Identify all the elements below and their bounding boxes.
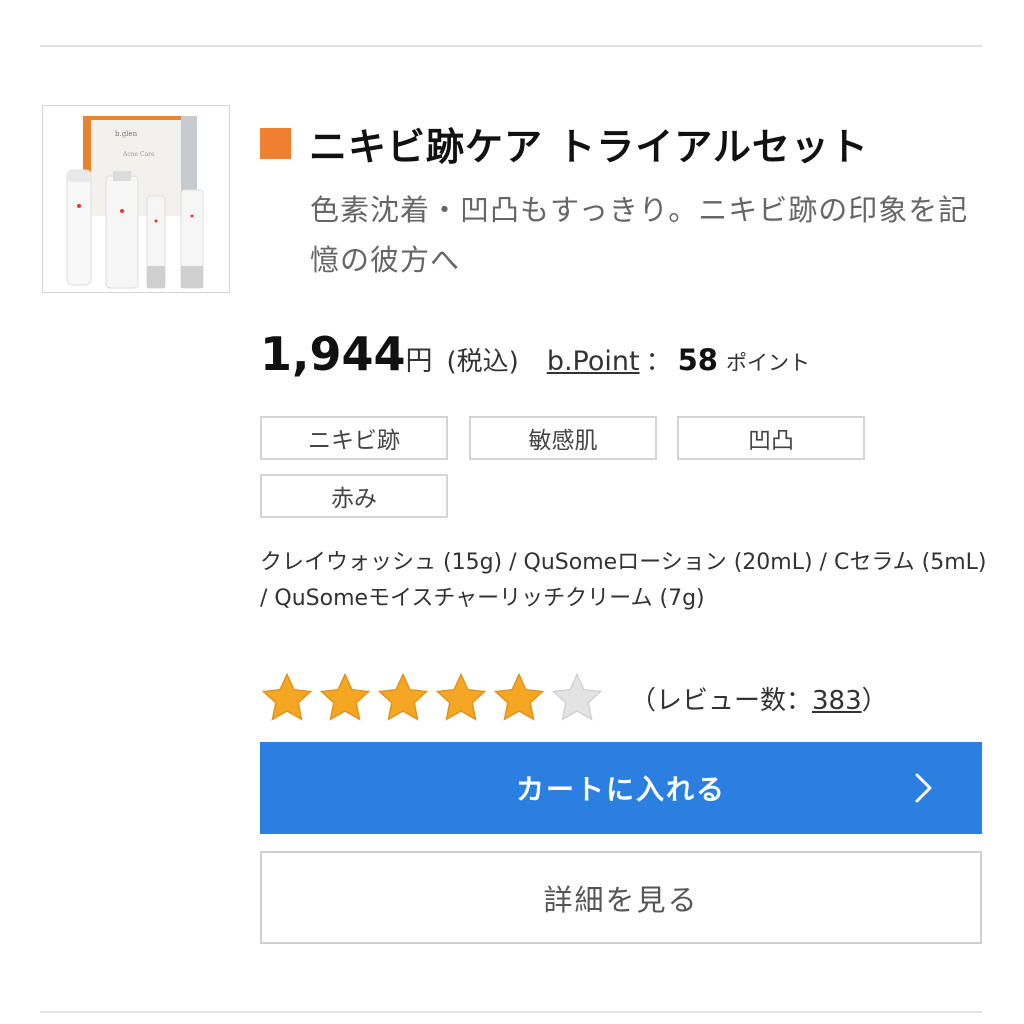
review-summary: （レビュー数：383） [630,680,888,717]
review-prefix: （レビュー数： [630,685,813,716]
points-value: 58 [677,343,718,377]
chevron-right-icon [915,773,932,803]
tag-acne-scars[interactable]: ニキビ跡 [260,416,448,460]
svg-text:Acne Care: Acne Care [122,151,155,158]
star-filled-icon [319,672,371,721]
tag-sensitive-skin[interactable]: 敏感肌 [469,416,657,460]
product-image[interactable]: b.glen Acne Care [42,105,230,293]
add-to-cart-label: カートに入れる [515,773,726,806]
product-title[interactable]: ニキビ跡ケア トライアルセット [309,116,869,171]
points-unit: ポイント [725,351,810,375]
bottom-divider [40,1011,982,1013]
star-filled-icon [261,672,313,721]
rating-row: （レビュー数：383） [260,668,888,728]
star-filled-icon [377,672,429,721]
star-empty-icon [551,672,603,721]
star-rating [260,671,608,725]
svg-text:b.glen: b.glen [115,130,138,138]
top-divider [40,45,982,47]
tag-unevenness[interactable]: 凹凸 [677,416,865,460]
view-details-button[interactable]: 詳細を見る [260,851,982,944]
tag-redness[interactable]: 赤み [260,474,448,518]
review-suffix: ） [861,685,888,716]
star-filled-icon [435,672,487,721]
review-count-link[interactable]: 383 [812,686,862,716]
price-currency: 円 [405,346,433,377]
tax-note: (税込) [446,347,519,377]
price-amount: 1,944 [260,327,406,381]
bpoint-link[interactable]: b.Point [547,346,640,377]
view-details-label: 詳細を見る [543,882,699,917]
title-marker [260,127,291,159]
add-to-cart-button[interactable]: カートに入れる [260,742,982,834]
product-set-image: b.glen Acne Care [66,116,204,289]
product-title-row[interactable]: ニキビ跡ケア トライアルセット [260,116,980,171]
product-description: 色素沈着・凹凸もすっきり。ニキビ跡の印象を記憶の彼方へ [310,193,969,277]
star-filled-icon [493,672,545,721]
set-contents: クレイウォッシュ (15g) / QuSomeローション (20mL) / Cセ… [260,550,987,611]
points-separator: ： [645,347,672,377]
price-row: 1,944 円 (税込) b.Point ： 58 ポイント [260,327,810,387]
